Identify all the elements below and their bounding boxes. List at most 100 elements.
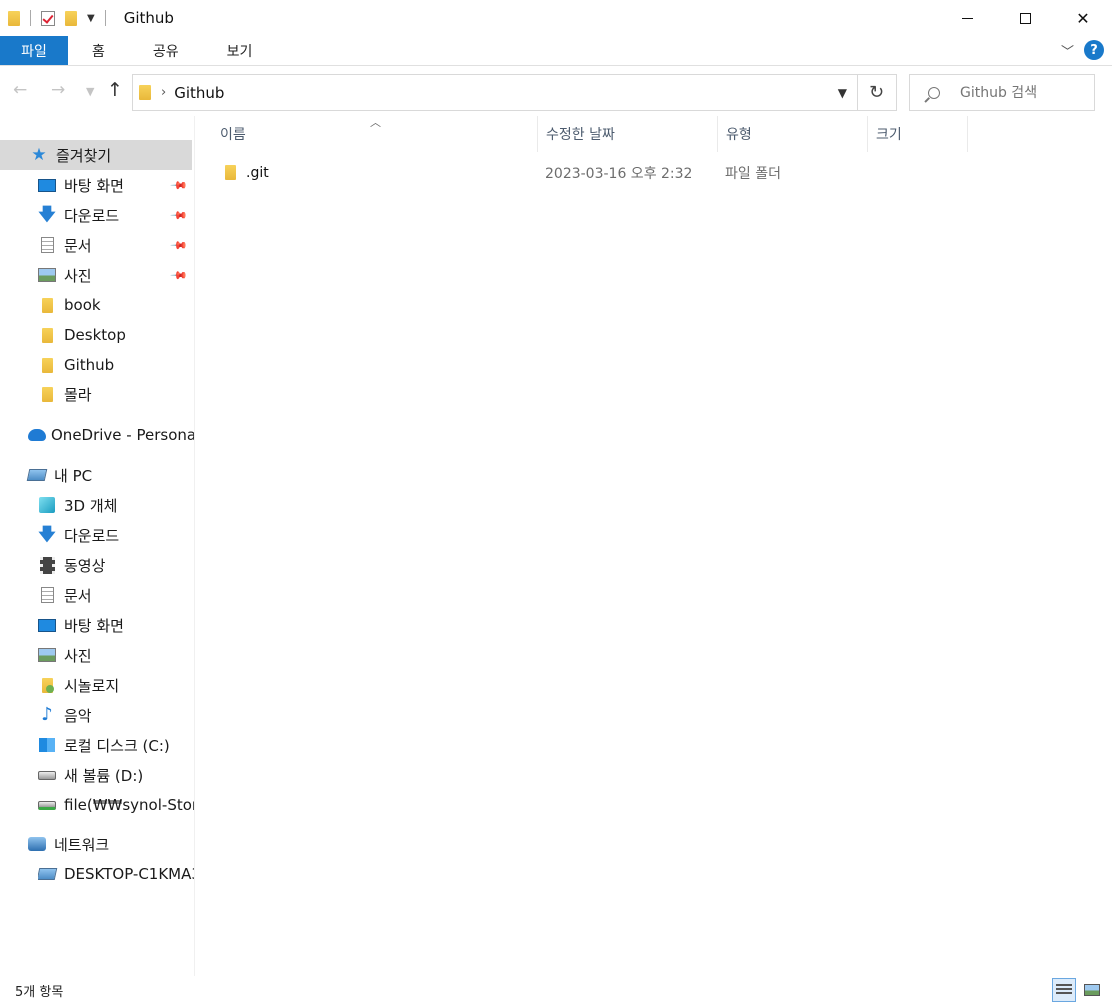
sidebar-item-label: file(₩₩synol-Storag: [64, 796, 194, 814]
sidebar-item-this-pc[interactable]: 내 PC: [26, 460, 192, 490]
sidebar-item-label: 3D 개체: [64, 496, 118, 515]
large-icons-view-button[interactable]: [1080, 978, 1104, 1002]
divider: [30, 10, 31, 26]
sidebar-item-network[interactable]: 네트워크: [28, 829, 192, 859]
sidebar-item-book[interactable]: book: [38, 290, 192, 320]
tab-file[interactable]: 파일: [0, 36, 68, 65]
document-icon: [38, 237, 56, 253]
user-folder-icon: [38, 677, 56, 693]
sidebar-item-label: 사진: [64, 646, 92, 665]
sidebar-item-desktop-computer[interactable]: DESKTOP-C1KMA3: [38, 859, 194, 889]
sidebar-item-label: 바탕 화면: [64, 176, 124, 195]
sidebar-item-pictures[interactable]: 사진 📌: [38, 260, 192, 290]
large-icons-view-icon: [1084, 984, 1100, 996]
details-view-button[interactable]: [1052, 978, 1076, 1002]
sidebar-item-drive-d[interactable]: 새 볼륨 (D:): [38, 760, 192, 790]
sidebar-item-molla[interactable]: 몰라: [38, 379, 192, 409]
computer-icon: [38, 866, 58, 882]
status-bar: 5개 항목: [0, 976, 1112, 1005]
sidebar-item-label: OneDrive - Personal: [51, 426, 195, 444]
up-arrow-icon[interactable]: ↑: [107, 79, 123, 101]
search-input[interactable]: [960, 84, 1090, 101]
address-bar[interactable]: › Github ▼: [132, 74, 858, 111]
column-header-modified[interactable]: 수정한 날짜: [538, 116, 718, 152]
sidebar-item-downloads[interactable]: 🡇 다운로드 📌: [38, 200, 192, 230]
pin-icon: 📌: [169, 265, 189, 285]
music-icon: ♪: [41, 704, 53, 725]
sidebar-item-drive-c[interactable]: 로컬 디스크 (C:): [38, 730, 192, 760]
sidebar-item-network-drive[interactable]: file(₩₩synol-Storag: [38, 790, 194, 820]
download-icon: 🡇: [38, 524, 56, 545]
sidebar-item-label: Desktop: [64, 326, 126, 344]
sidebar-item-label: 내 PC: [54, 466, 93, 485]
sidebar-item-pc-documents[interactable]: 문서: [38, 580, 192, 610]
sidebar-item-pc-desktop[interactable]: 바탕 화면: [38, 610, 192, 640]
minimize-button[interactable]: [938, 0, 996, 36]
close-icon: ✕: [1076, 8, 1090, 28]
sidebar-item-documents[interactable]: 문서 📌: [38, 230, 192, 260]
item-count: 5개 항목: [15, 985, 64, 1000]
desktop-icon: [38, 177, 56, 193]
properties-icon[interactable]: [41, 10, 55, 26]
details-view-icon: [1056, 984, 1072, 996]
tab-home[interactable]: 홈: [68, 36, 129, 65]
sidebar-item-synology[interactable]: 시놀로지: [38, 670, 192, 700]
new-folder-icon[interactable]: [65, 10, 77, 26]
cube-icon: [38, 497, 56, 513]
help-icon[interactable]: ?: [1084, 40, 1104, 60]
sidebar-item-label: 몰라: [64, 385, 92, 404]
folder-icon: [225, 165, 236, 184]
drive-icon: [38, 767, 56, 783]
sidebar-item-label: 즐겨찾기: [56, 146, 112, 165]
document-icon: [38, 587, 56, 603]
breadcrumb-github[interactable]: Github: [174, 84, 224, 102]
quick-access-toolbar: ▼: [0, 0, 116, 36]
folder-icon: [38, 327, 56, 343]
sidebar-item-videos[interactable]: 동영상: [38, 550, 192, 580]
column-header-name[interactable]: 이름: [212, 116, 538, 152]
refresh-button[interactable]: ↻: [857, 74, 897, 111]
sidebar-item-desktop[interactable]: 바탕 화면 📌: [38, 170, 192, 200]
sidebar-item-pc-downloads[interactable]: 🡇 다운로드: [38, 520, 192, 550]
sidebar-item-github[interactable]: Github: [38, 350, 192, 380]
column-header-type[interactable]: 유형: [718, 116, 868, 152]
sidebar-item-label: 사진: [64, 266, 92, 285]
file-type: 파일 폴더: [725, 166, 781, 182]
tab-share[interactable]: 공유: [129, 36, 203, 65]
sidebar-item-quick-access[interactable]: ★ 즐겨찾기: [0, 140, 192, 170]
folder-icon: [38, 386, 56, 402]
back-arrow-icon[interactable]: ←: [13, 80, 27, 100]
forward-arrow-icon[interactable]: →: [51, 80, 65, 100]
file-name: .git: [246, 165, 269, 181]
sidebar-item-label: 시놀로지: [64, 676, 120, 695]
close-button[interactable]: ✕: [1054, 0, 1112, 36]
tab-view[interactable]: 보기: [203, 36, 277, 65]
recent-locations-chevron-icon[interactable]: ▼: [86, 85, 94, 98]
file-row[interactable]: .git 2023-03-16 오후 2:32 파일 폴더: [216, 158, 968, 188]
ribbon: 파일 홈 공유 보기 ﹀ ?: [0, 36, 1112, 66]
expand-ribbon-icon[interactable]: ﹀: [1061, 41, 1074, 60]
pin-icon: 📌: [169, 175, 189, 195]
sidebar-item-music[interactable]: ♪ 음악: [38, 700, 192, 730]
folder-icon: [38, 297, 56, 313]
file-modified: 2023-03-16 오후 2:32: [545, 166, 693, 182]
breadcrumb-chevron-icon[interactable]: ›: [161, 85, 166, 100]
maximize-button[interactable]: [996, 0, 1054, 36]
address-history-chevron-icon[interactable]: ▼: [838, 86, 847, 100]
star-icon: ★: [31, 144, 47, 165]
picture-icon: [38, 267, 56, 283]
pin-icon: 📌: [169, 235, 189, 255]
column-header-size[interactable]: 크기: [868, 116, 968, 152]
customize-toolbar-dropdown[interactable]: ▼: [87, 13, 95, 24]
sidebar-item-label: 음악: [64, 706, 92, 725]
sidebar-item-desktop-folder[interactable]: Desktop: [38, 320, 192, 350]
sidebar-item-pc-pictures[interactable]: 사진: [38, 640, 192, 670]
sidebar-item-label: 네트워크: [54, 835, 110, 854]
network-icon: [28, 836, 46, 852]
download-icon: 🡇: [38, 204, 56, 225]
sidebar-item-3d-objects[interactable]: 3D 개체: [38, 490, 192, 520]
refresh-icon: ↻: [868, 82, 885, 103]
sidebar-item-onedrive[interactable]: OneDrive - Personal: [28, 420, 195, 450]
computer-icon: [26, 467, 48, 483]
search-box[interactable]: [909, 74, 1095, 111]
